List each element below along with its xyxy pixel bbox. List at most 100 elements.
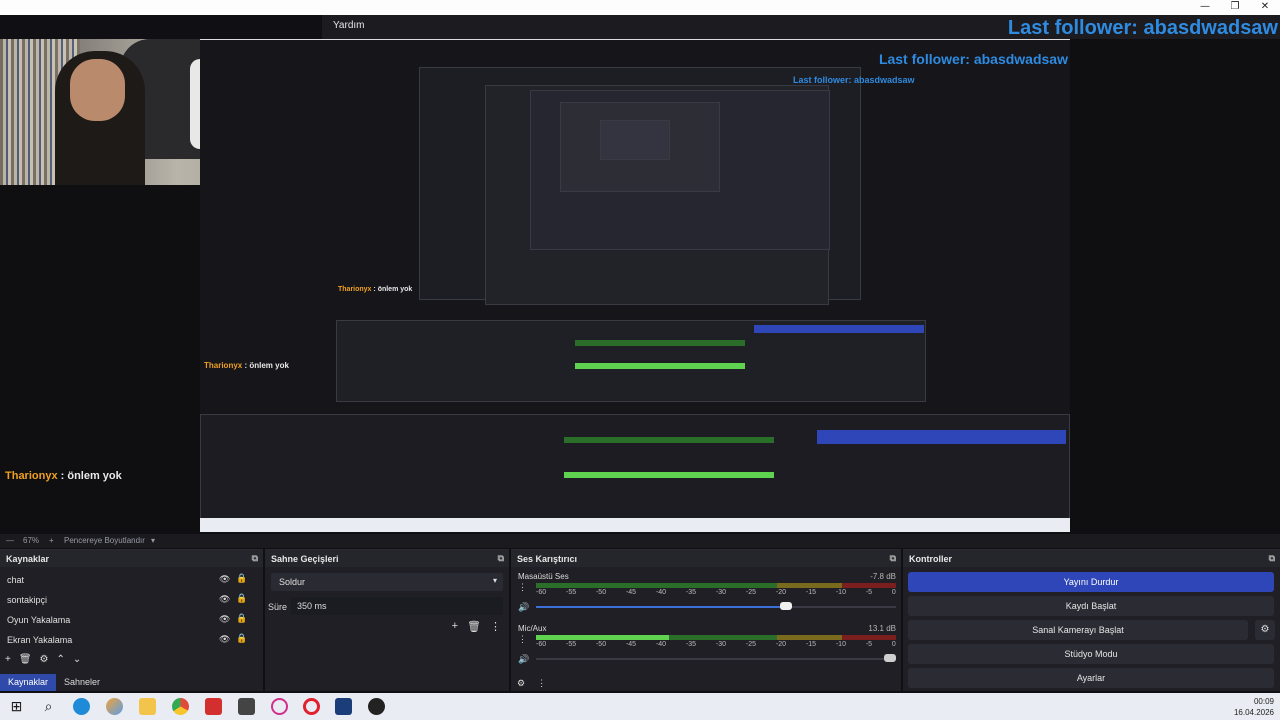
undock-icon[interactable]: ⧉ [1269, 553, 1275, 564]
tab-sources[interactable]: Kaynaklar [0, 674, 57, 691]
chevron-down-icon: ▾ [492, 576, 497, 585]
maximize-button[interactable]: ❐ [1220, 0, 1250, 15]
sources-title: Kaynaklar ⧉ [0, 550, 263, 567]
zoom-level[interactable]: 67% [23, 536, 39, 545]
meter-scale: -60 -55 -50 -45 -40 -35 -30 -25 -20 -15 -10 -5 0 [536, 641, 896, 651]
undock-icon[interactable]: ⧉ [252, 553, 258, 564]
meter-scale: -60 -55 -50 -45 -40 -35 -30 -25 -20 -15 -10 -5 0 [536, 589, 896, 599]
nested-preview: Last follower: abasdwadsaw Last follower… [200, 39, 1070, 532]
system-clock[interactable]: 00:09 16.04.2026 [1234, 696, 1274, 718]
eye-icon[interactable]: 👁 [219, 574, 230, 585]
lock-icon[interactable]: 🔒 [236, 613, 247, 624]
remove-transition-button[interactable]: 🗑 [467, 620, 481, 633]
nested-meter-4 [564, 472, 774, 478]
opera-icon[interactable] [303, 698, 320, 715]
channel-menu-icon[interactable]: ⋮ [518, 582, 527, 593]
settings-button[interactable]: Ayarlar [908, 668, 1274, 688]
scale-tick: -25 [745, 589, 757, 596]
search-icon[interactable]: ⌕ [40, 698, 57, 715]
minimize-button[interactable]: — [1190, 0, 1220, 15]
channel-menu-icon[interactable]: ⋮ [518, 634, 527, 645]
volume-slider-handle[interactable] [884, 654, 896, 662]
duration-label: Süre [268, 602, 288, 612]
transition-select[interactable]: Soldur ▾ [271, 573, 503, 591]
scale-tick: -55 [565, 641, 577, 648]
volume-slider[interactable] [536, 658, 896, 660]
chat-message: önlem yok [67, 470, 122, 482]
scale-tick: -10 [835, 589, 846, 596]
file-explorer-icon[interactable] [139, 698, 156, 715]
menu-help[interactable]: Yardım [333, 20, 365, 31]
nested-chat-msg: önlem yok [377, 286, 413, 293]
fit-to-window-button[interactable]: Pencereye Boyutlandır [64, 536, 145, 545]
opera-gx-icon[interactable] [271, 698, 288, 715]
speaker-icon[interactable]: 🔊 [518, 654, 529, 665]
source-properties-button[interactable]: ⚙ [40, 654, 49, 665]
copilot-icon[interactable] [106, 698, 123, 715]
start-recording-button[interactable]: Kaydı Başlat [908, 596, 1274, 616]
controls-title: Kontroller ⧉ [903, 550, 1280, 567]
studio-mode-button[interactable]: Stüdyo Modu [908, 644, 1274, 664]
transitions-toolbar: + 🗑 ⋮ [452, 620, 501, 633]
add-source-button[interactable]: + [5, 654, 11, 665]
sources-dock: Kaynaklar ⧉ chat 👁 🔒 sontakipçi 👁 🔒 Oyun… [0, 549, 263, 691]
source-item[interactable]: chat 👁 🔒 [0, 569, 263, 589]
add-transition-button[interactable]: + [452, 620, 458, 633]
taskbar: ⊞ ⌕ 00:09 16.04.2026 [0, 693, 1280, 720]
transition-menu-button[interactable]: ⋮ [490, 620, 501, 633]
volume-slider-handle[interactable] [779, 602, 792, 610]
preview-canvas[interactable]: Last follower: abasdwadsaw Last follower… [0, 17, 1280, 534]
start-virtual-camera-button[interactable]: Sanal Kamerayı Başlat [908, 620, 1248, 640]
chrome-icon[interactable] [172, 698, 189, 715]
sources-title-label: Kaynaklar [6, 554, 50, 564]
mixer-menu-icon[interactable]: ⋮ [537, 678, 546, 689]
lock-icon[interactable]: 🔒 [236, 593, 247, 604]
scale-tick: -45 [625, 589, 637, 596]
zoom-dropdown-icon[interactable]: ▾ [151, 536, 155, 545]
move-down-button[interactable]: ⌄ [73, 654, 81, 665]
meter-fill [536, 635, 670, 640]
duration-spinbox[interactable]: 350 ms [291, 597, 503, 615]
nested-meter-2 [575, 363, 745, 369]
eye-icon[interactable]: 👁 [219, 594, 230, 605]
windows-start-icon[interactable]: ⊞ [8, 698, 25, 715]
edge-icon[interactable] [73, 698, 90, 715]
zoom-plus-button[interactable]: + [49, 536, 54, 545]
gear-icon[interactable]: ⚙ [1255, 620, 1275, 640]
jetbrains-icon[interactable] [335, 698, 352, 715]
nested-chat-line-1: Tharionyx : önlem yok [338, 286, 412, 293]
lock-icon[interactable]: 🔒 [236, 633, 247, 644]
nested-stop-stream [754, 325, 924, 333]
scale-tick: -25 [745, 641, 757, 648]
stop-stream-button[interactable]: Yayını Durdur [908, 572, 1274, 592]
volume-level [536, 606, 788, 608]
tab-scenes[interactable]: Sahneler [56, 674, 108, 691]
source-item[interactable]: Oyun Yakalama 👁 🔒 [0, 609, 263, 629]
obs-icon[interactable] [368, 698, 385, 715]
undock-icon[interactable]: ⧉ [498, 553, 504, 564]
scale-tick: -50 [595, 589, 607, 596]
source-item[interactable]: Ekran Yakalama 👁 🔒 [0, 629, 263, 649]
scale-tick: -20 [775, 641, 786, 648]
close-button[interactable]: ✕ [1250, 0, 1280, 15]
source-item[interactable]: sontakipçi 👁 🔒 [0, 589, 263, 609]
speaker-icon[interactable]: 🔊 [518, 602, 529, 613]
lock-icon[interactable]: 🔒 [236, 573, 247, 584]
advanced-audio-icon[interactable]: ⚙ [517, 678, 525, 689]
winrar-icon[interactable] [205, 698, 222, 715]
channel-name: Mic/Aux [518, 624, 547, 633]
volume-slider[interactable] [536, 606, 896, 608]
snipping-tool-icon[interactable] [238, 698, 255, 715]
move-up-button[interactable]: ⌃ [57, 654, 65, 665]
undock-icon[interactable]: ⧉ [890, 553, 896, 564]
scale-tick: -35 [685, 641, 697, 648]
chat-nick: Tharionyx [5, 470, 58, 482]
channel-name: Masaüstü Ses [518, 572, 569, 581]
scale-tick: -40 [655, 641, 667, 648]
remove-source-button[interactable]: 🗑 [19, 654, 32, 665]
scale-tick: -30 [715, 641, 727, 648]
duration-value: 350 ms [297, 601, 327, 611]
eye-icon[interactable]: 👁 [219, 634, 230, 645]
transitions-dock: Sahne Geçişleri ⧉ Soldur ▾ Süre 350 ms +… [265, 549, 509, 691]
eye-icon[interactable]: 👁 [219, 614, 230, 625]
